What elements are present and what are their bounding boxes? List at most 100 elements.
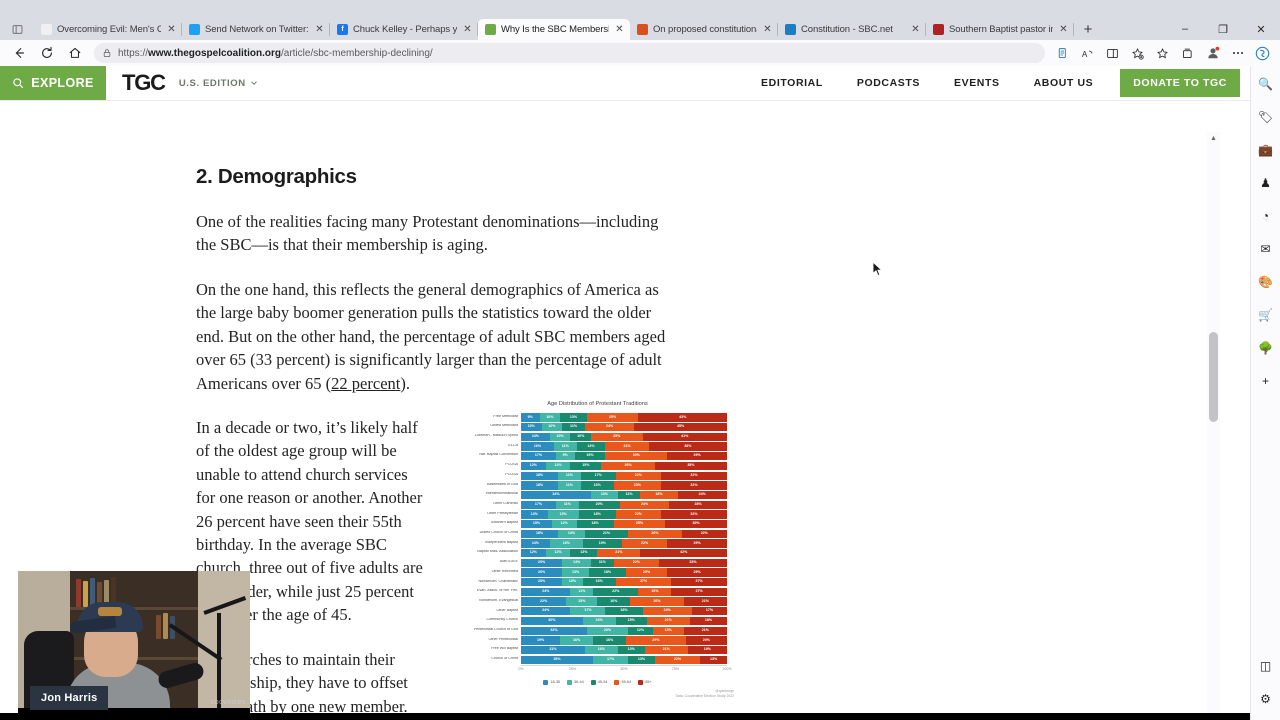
add-sidebar-app-icon[interactable]: +	[1254, 369, 1278, 393]
refresh-icon[interactable]	[34, 41, 60, 65]
search-icon[interactable]: 🔍	[1254, 72, 1278, 96]
chart-segment: 12%	[521, 549, 546, 558]
nature-tree-icon[interactable]: 🌳	[1254, 336, 1278, 360]
shopping-tag-icon[interactable]: 🏷	[1254, 105, 1278, 129]
home-icon[interactable]	[62, 41, 88, 65]
browser-tab[interactable]: Southern Baptist pastor in North ✕	[926, 19, 1074, 40]
legend-item: 55-64	[614, 679, 631, 685]
lock-icon	[103, 49, 111, 57]
explore-button[interactable]: EXPLORE	[0, 66, 106, 100]
tab-close-icon[interactable]: ✕	[762, 24, 773, 35]
browser-tab[interactable]: Send Network on Twitter: "✨ T… ✕	[182, 19, 330, 40]
browser-tab[interactable]: f Chuck Kelley - Perhaps you saw ✕	[330, 19, 478, 40]
maximize-button[interactable]: ❐	[1204, 18, 1242, 40]
browser-tab[interactable]: Overcoming Evil: Men's Confere ✕	[34, 19, 182, 40]
settings-more-icon[interactable]	[1226, 41, 1249, 65]
tab-close-icon[interactable]: ✕	[462, 24, 473, 35]
legend-item: 18-35	[543, 679, 560, 685]
chart-row: Lutheran - Missouri Synod 14% 10% 10% 25% 41%	[475, 432, 727, 442]
chart-segment: 20%	[586, 626, 629, 635]
shopping-cart-icon[interactable]: 🛒	[1254, 303, 1278, 327]
edition-selector[interactable]: U.S. EDITION	[179, 66, 258, 100]
page-scrollbar[interactable]: ▲	[1207, 132, 1220, 720]
split-screen-icon[interactable]	[1101, 41, 1124, 65]
nav-link-editorial[interactable]: EDITORIAL	[744, 77, 840, 89]
tab-close-icon[interactable]: ✕	[910, 24, 921, 35]
designer-icon[interactable]: 🎨	[1254, 270, 1278, 294]
chart-segment: 27%	[615, 578, 672, 587]
chart-segment: 24%	[619, 500, 670, 509]
chart-row: Other Pentecostal 19% 16% 16% 29% 20%	[488, 636, 727, 645]
nav-link-events[interactable]: EVENTS	[937, 77, 1017, 89]
tab-actions-icon[interactable]	[0, 18, 34, 40]
legend-swatch	[590, 679, 596, 685]
chart-segment: 21%	[644, 645, 688, 655]
collections-icon[interactable]	[1176, 41, 1199, 65]
minimize-button[interactable]: –	[1166, 18, 1204, 40]
sidebar-toggle-icon[interactable]: ◫	[1254, 654, 1278, 678]
microsoft-365-icon[interactable]: ◔	[1254, 204, 1278, 228]
games-icon[interactable]: ♟	[1254, 171, 1278, 195]
chart-segment: 20%	[578, 500, 620, 509]
sidebar-settings-icon[interactable]: ⚙	[1254, 687, 1278, 711]
tab-strip: Overcoming Evil: Men's Confere✕Send Netw…	[0, 18, 1280, 40]
article-paragraph-1: One of the realities facing many Protest…	[196, 212, 659, 255]
chart-segment: 25%	[591, 432, 643, 442]
browser-tab[interactable]: Why Is the SBC Membership De ✕	[478, 19, 630, 40]
chart-segment: 10%	[521, 423, 542, 432]
tab-title: Southern Baptist pastor in North	[949, 24, 1053, 35]
chart-category-label: Other Lutheran	[493, 501, 518, 505]
chart-segment: 24%	[521, 587, 571, 597]
new-tab-button[interactable]: +	[1074, 18, 1102, 40]
browser-tab[interactable]: On proposed constitutional ame ✕	[630, 19, 778, 40]
tab-close-icon[interactable]: ✕	[1058, 24, 1069, 35]
donate-button[interactable]: DONATE TO TGC	[1120, 69, 1240, 97]
nav-link-about-us[interactable]: ABOUT US	[1017, 77, 1111, 89]
back-icon[interactable]	[6, 41, 32, 65]
legend-swatch	[567, 679, 573, 685]
profile-icon[interactable]	[1201, 41, 1224, 65]
tools-briefcase-icon[interactable]: 💼	[1254, 138, 1278, 162]
chart-x-tick: 75%	[671, 666, 680, 671]
chart-segment: 18%	[689, 616, 727, 626]
immersive-reader-icon[interactable]: A	[1076, 41, 1099, 65]
favorites-icon[interactable]	[1151, 41, 1174, 65]
browser-tab[interactable]: Constitution - SBC.net ✕	[778, 19, 926, 40]
chart-stacked-bar: 14% 10% 10% 25% 41%	[521, 432, 727, 442]
copilot-icon[interactable]	[1251, 41, 1274, 65]
chart-stacked-bar: 24% 11% 22% 16% 27%	[521, 587, 727, 597]
chart-segment: 9%	[521, 413, 540, 422]
chart-segment: 15%	[574, 452, 606, 461]
tab-close-icon[interactable]: ✕	[614, 24, 625, 35]
url-input[interactable]: https://www.thegospelcoalition.org/artic…	[94, 43, 1045, 63]
tab-close-icon[interactable]: ✕	[314, 24, 325, 35]
chart-segment: 23%	[613, 481, 662, 490]
chart-category-label: Lutheran - Missouri Synod	[474, 434, 518, 437]
paragraph-2-text-a: On the one hand, this reflects the gener…	[196, 279, 666, 393]
read-aloud-icon[interactable]	[1051, 41, 1074, 65]
chart-segment: 14%	[562, 558, 592, 567]
outlook-icon[interactable]: ✉	[1254, 237, 1278, 261]
close-button[interactable]: ✕	[1242, 18, 1280, 40]
video-player-overlay[interactable]: sbcvoices Jon Harris	[18, 571, 250, 720]
chart-segment: 31%	[521, 645, 585, 655]
tab-close-icon[interactable]: ✕	[166, 24, 177, 35]
scroll-up-arrow[interactable]: ▲	[1207, 132, 1220, 145]
chart-segment: 16%	[580, 481, 614, 490]
add-favorite-icon[interactable]	[1126, 41, 1149, 65]
chart-row: Evan. Assoc. of Rel. Fell. 24% 11% 22% 16% 27…	[477, 587, 727, 597]
chevron-down-icon	[251, 81, 257, 85]
chart-row: Nat. Baptist Convention 17% 9% 15% 30% 29%	[479, 452, 727, 461]
chart-category-label: Other Presbyterian	[487, 511, 518, 515]
scrollbar-thumb[interactable]	[1209, 332, 1218, 422]
chart-segment: 10%	[539, 413, 561, 422]
chart-segment: 10%	[570, 432, 592, 442]
chart-row: AME/CM E 20% 14% 11% 22% 33%	[500, 558, 727, 567]
twenty-two-percent-link[interactable]: 22 percent	[331, 374, 400, 393]
chart-segment: 12%	[521, 461, 546, 471]
tgc-logo[interactable]: TGC	[122, 66, 166, 100]
chart-row: Interdenominational 34% 13% 11% 18% 24%	[486, 490, 727, 500]
chart-row: United Church of Christ 18% 13% 21% 26% 22%	[480, 529, 727, 538]
nav-link-podcasts[interactable]: PODCASTS	[840, 77, 937, 89]
chart-segment: 13%	[617, 645, 645, 655]
